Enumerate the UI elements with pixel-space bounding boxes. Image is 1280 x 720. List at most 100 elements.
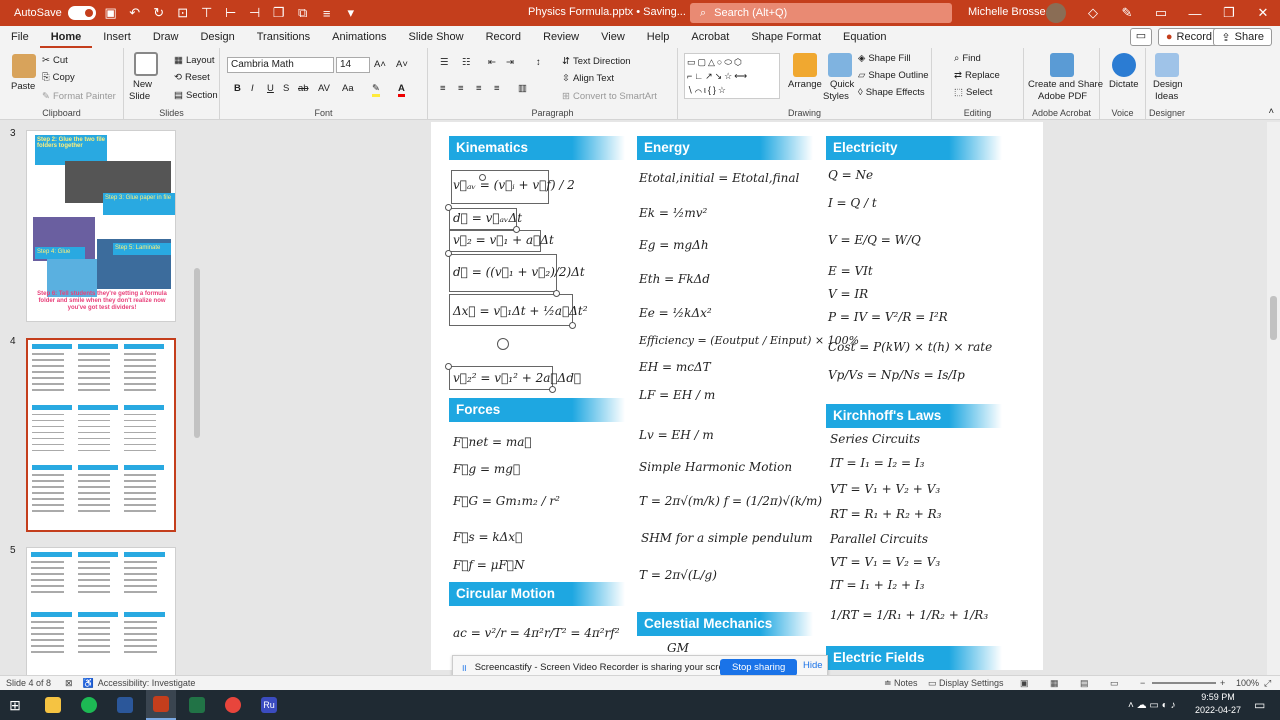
windows-start-icon[interactable]: ⊞ [0, 690, 30, 720]
spacing-icon[interactable]: AV [318, 83, 330, 94]
energy-formula-9[interactable]: Lv = EH / m [639, 428, 714, 442]
resize-handle[interactable] [445, 250, 452, 257]
electricity-formula-5[interactable]: V = IR [828, 287, 868, 301]
reset-button[interactable]: ⟲ Reset [174, 72, 210, 83]
quick-styles-button[interactable]: Quick [830, 79, 854, 90]
replace-button[interactable]: ⇄ Replace [954, 70, 1000, 81]
user-name[interactable]: Michelle Brosseau [968, 6, 1058, 18]
change-case-button[interactable]: Aa [342, 83, 354, 94]
zoom-in-icon[interactable]: + [1220, 678, 1225, 688]
electricity-formula-6[interactable]: P = IV = V²/R = I²R [828, 310, 948, 324]
record-button[interactable]: ● Record [1157, 28, 1220, 46]
cut-button[interactable]: ✂ Cut [42, 55, 68, 66]
line-spacing-icon[interactable]: ↕ [536, 57, 541, 68]
font-color-icon[interactable]: A [398, 83, 405, 97]
avatar[interactable] [1046, 3, 1066, 23]
ru-app-icon[interactable]: Ru [254, 690, 284, 720]
align-top-icon[interactable]: ⊤ [198, 4, 216, 22]
distribute-icon[interactable]: ≡ [318, 4, 336, 22]
tab-file[interactable]: File [0, 26, 40, 48]
layout-button[interactable]: ▦ Layout [174, 55, 215, 66]
paste-button[interactable]: Paste [11, 81, 35, 92]
electricity-formula-1[interactable]: Q = Ne [828, 168, 873, 182]
smartart-button[interactable]: ⊞ Convert to SmartArt [562, 91, 657, 102]
pen-icon[interactable]: ✎ [1110, 0, 1144, 26]
collapse-ribbon-icon[interactable]: ˄ [1268, 106, 1274, 117]
series-formula-2[interactable]: VT = V₁ + V₂ + V₃ [830, 482, 940, 496]
shape-fill-button[interactable]: ◈ Shape Fill [858, 53, 911, 64]
font-name-box[interactable]: Cambria Math [227, 57, 334, 73]
create-pdf-label[interactable]: Adobe PDF [1038, 91, 1087, 102]
text-direction-button[interactable]: ⇵ Text Direction [562, 56, 631, 67]
slide-scrollbar[interactable] [1267, 122, 1280, 675]
hide-button[interactable]: Hide [803, 660, 823, 671]
clock-date[interactable]: 2022-04-27 [1188, 705, 1248, 715]
series-formula-1[interactable]: IT = I₁ = I₂ = I₃ [830, 456, 924, 470]
slide[interactable]: Kinematics v⃗ₐᵥ = (v⃗ᵢ + v⃗f) / 2 d⃗ = v… [431, 122, 1043, 670]
energy-formula-6[interactable]: Efficiency = (Eoutput / Einput) × 100% [639, 334, 859, 347]
kinematics-formula-4[interactable]: d⃗ = ((v⃗₁ + v⃗₂)/2)Δt [453, 265, 585, 279]
resize-handle[interactable] [549, 386, 556, 393]
highlight-icon[interactable]: ✎ [372, 83, 380, 97]
zoom-out-icon[interactable]: − [1140, 678, 1145, 688]
accessibility-icon[interactable]: ♿ [83, 678, 94, 689]
fit-slide-icon[interactable]: ⤢ [1264, 678, 1271, 689]
energy-formula-8[interactable]: LF = EH / m [639, 388, 715, 402]
redo-icon[interactable]: ↻ [150, 4, 168, 22]
resize-handle[interactable] [513, 226, 520, 233]
new-slide-button[interactable]: New [133, 79, 152, 90]
arrange-button[interactable]: Arrange [788, 79, 822, 90]
shapes-gallery[interactable]: ▭▢△○⬭⬡ ⌐∟↗↘☆⟷ ∖⌒ι{}☆ [684, 53, 780, 99]
close-icon[interactable]: ✕ [1246, 0, 1280, 26]
grow-font-icon[interactable]: A˄ [374, 59, 386, 70]
pdf-icon[interactable] [1050, 53, 1074, 77]
energy-formula-4[interactable]: Eth = FkΔd [639, 272, 710, 286]
zoom-slider[interactable] [1152, 682, 1216, 684]
customize-icon[interactable]: ▾ [342, 4, 360, 22]
align-center-text-icon[interactable]: ≡ [458, 83, 464, 94]
strikethrough-icon[interactable]: ab [298, 83, 309, 94]
design-ideas-button[interactable]: Design [1153, 79, 1183, 90]
align-text-button[interactable]: ⇳ Align Text [562, 73, 614, 84]
tab-insert[interactable]: Insert [92, 26, 142, 48]
parallel-circuits-heading[interactable]: Parallel Circuits [830, 532, 928, 546]
shadow-icon[interactable]: S [283, 83, 289, 94]
display-settings-button[interactable]: ▭ Display Settings [928, 678, 1004, 689]
autosave-toggle[interactable] [67, 6, 96, 20]
energy-formula-3[interactable]: Eg = mgΔh [639, 238, 709, 252]
share-button[interactable]: ⇪ Share [1213, 28, 1272, 46]
normal-view-icon[interactable]: ▣ [1020, 678, 1029, 689]
dictate-button[interactable]: Dictate [1109, 79, 1139, 90]
excel-icon[interactable] [182, 690, 212, 720]
format-painter-button[interactable]: ✎ Format Painter [42, 91, 116, 102]
tab-help[interactable]: Help [636, 26, 681, 48]
notes-button[interactable]: ≐ Notes [884, 678, 918, 689]
underline-icon[interactable]: U [267, 83, 274, 94]
new-slide-label[interactable]: Slide [129, 91, 150, 102]
file-explorer-icon[interactable] [38, 690, 68, 720]
energy-formula-5[interactable]: Ee = ½kΔx² [639, 306, 712, 320]
select-button[interactable]: ⬚ Select [954, 87, 992, 98]
stop-sharing-button[interactable]: Stop sharing [720, 659, 798, 676]
align-right-text-icon[interactable]: ≡ [476, 83, 482, 94]
forces-formula-3[interactable]: F⃗G = Gm₁m₂ / r² [453, 494, 560, 508]
shape-outline-button[interactable]: ▱ Shape Outline [858, 70, 929, 81]
kinematics-formula-6[interactable]: v⃗₂² = v⃗₁² + 2a⃗Δd⃗ [453, 371, 581, 385]
word-icon[interactable] [110, 690, 140, 720]
ribbon-display-icon[interactable]: ▭ [1144, 0, 1178, 26]
shrink-font-icon[interactable]: A˅ [396, 59, 408, 70]
indent-icon[interactable]: ⇤ [488, 57, 496, 68]
circular-formula-1[interactable]: ac = v²/r = 4π²r/T² = 4π²rf² [453, 626, 620, 640]
celestial-formula-1[interactable]: GM [667, 641, 689, 655]
kinematics-formula-2[interactable]: d⃗ = v⃗ₐᵥΔt [453, 211, 522, 225]
tab-animations[interactable]: Animations [321, 26, 397, 48]
electricity-formula-4[interactable]: E = VIt [828, 264, 873, 278]
align-left-text-icon[interactable]: ≡ [440, 83, 446, 94]
series-circuits-heading[interactable]: Series Circuits [830, 432, 920, 446]
tab-slide-show[interactable]: Slide Show [398, 26, 475, 48]
electricity-formula-8[interactable]: Vp/Vs = Np/Ns = Is/Ip [828, 368, 965, 382]
minimize-icon[interactable]: — [1178, 0, 1212, 26]
arrange-icon[interactable] [793, 53, 817, 77]
energy-formula-13[interactable]: T = 2π√(L/g) [639, 568, 717, 582]
outdent-icon[interactable]: ⇥ [506, 57, 514, 68]
